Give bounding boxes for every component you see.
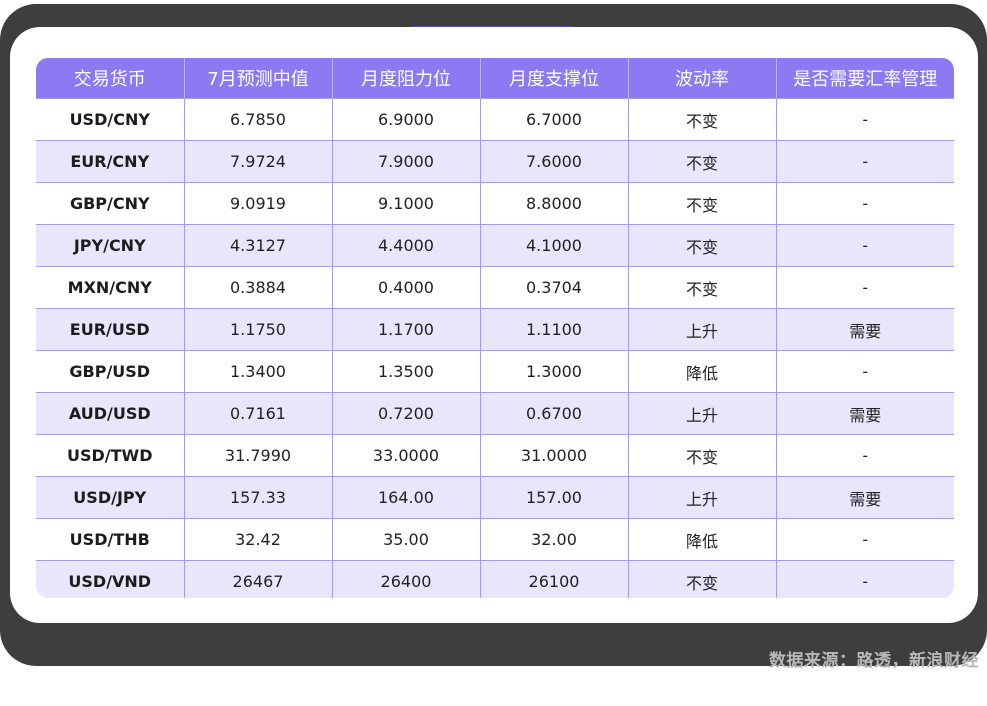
table-row: GBP/CNY 9.0919 9.1000 8.8000 不变 - xyxy=(36,182,954,225)
table-row: MXN/CNY 0.3884 0.4000 0.3704 不变 - xyxy=(36,266,954,309)
forecast-cell: 32.42 xyxy=(184,518,333,561)
volatility-cell: 降低 xyxy=(628,350,777,393)
resistance-cell: 26400 xyxy=(332,560,481,598)
forecast-table: 交易货币 7月预测中值 月度阻力位 月度支撑位 波动率 是否需要汇率管理 USD/CNY 6… xyxy=(36,58,954,598)
volatility-cell: 不变 xyxy=(628,182,777,225)
forecast-cell: 157.33 xyxy=(184,476,333,519)
table-row: USD/CNY 6.7850 6.9000 6.7000 不变 - xyxy=(36,98,954,141)
resistance-cell: 0.7200 xyxy=(332,392,481,435)
fx-management-cell: 需要 xyxy=(776,308,954,351)
table-row: EUR/USD 1.1750 1.1700 1.1100 上升 需要 xyxy=(36,308,954,351)
table-row: AUD/USD 0.7161 0.7200 0.6700 上升 需要 xyxy=(36,392,954,435)
fx-management-cell: - xyxy=(776,224,954,267)
forecast-cell: 9.0919 xyxy=(184,182,333,225)
fx-management-cell: - xyxy=(776,434,954,477)
table-card: 交易货币 7月预测中值 月度阻力位 月度支撑位 波动率 是否需要汇率管理 USD/CNY 6… xyxy=(10,27,978,623)
fx-management-cell: - xyxy=(776,98,954,141)
support-cell: 6.7000 xyxy=(480,98,629,141)
support-cell: 4.1000 xyxy=(480,224,629,267)
resistance-cell: 35.00 xyxy=(332,518,481,561)
volatility-cell: 降低 xyxy=(628,518,777,561)
volatility-cell: 不变 xyxy=(628,98,777,141)
fx-management-cell: - xyxy=(776,140,954,183)
table-row: USD/TWD 31.7990 33.0000 31.0000 不变 - xyxy=(36,434,954,477)
table-header: 交易货币 7月预测中值 月度阻力位 月度支撑位 波动率 是否需要汇率管理 xyxy=(36,58,954,99)
fx-management-cell: 需要 xyxy=(776,476,954,519)
currency-pair-cell: USD/THB xyxy=(36,518,185,561)
table-row: USD/VND 26467 26400 26100 不变 - xyxy=(36,560,954,598)
header-currency: 交易货币 xyxy=(36,58,185,99)
forecast-cell: 6.7850 xyxy=(184,98,333,141)
fx-management-cell: - xyxy=(776,518,954,561)
fx-management-cell: - xyxy=(776,182,954,225)
resistance-cell: 33.0000 xyxy=(332,434,481,477)
fx-management-cell: 需要 xyxy=(776,392,954,435)
forecast-cell: 4.3127 xyxy=(184,224,333,267)
forecast-cell: 1.1750 xyxy=(184,308,333,351)
currency-pair-cell: USD/JPY xyxy=(36,476,185,519)
volatility-cell: 上升 xyxy=(628,476,777,519)
currency-pair-cell: GBP/CNY xyxy=(36,182,185,225)
currency-pair-cell: EUR/USD xyxy=(36,308,185,351)
forecast-table-container: 交易货币 7月预测中值 月度阻力位 月度支撑位 波动率 是否需要汇率管理 USD/CNY 6… xyxy=(36,58,954,598)
resistance-cell: 1.1700 xyxy=(332,308,481,351)
support-cell: 31.0000 xyxy=(480,434,629,477)
currency-pair-cell: USD/CNY xyxy=(36,98,185,141)
resistance-cell: 4.4000 xyxy=(332,224,481,267)
source-note: 数据来源：路透，新浪财经 xyxy=(769,651,979,671)
volatility-cell: 不变 xyxy=(628,224,777,267)
support-cell: 32.00 xyxy=(480,518,629,561)
currency-pair-cell: USD/TWD xyxy=(36,434,185,477)
support-cell: 0.6700 xyxy=(480,392,629,435)
volatility-cell: 不变 xyxy=(628,140,777,183)
resistance-cell: 1.3500 xyxy=(332,350,481,393)
fx-management-cell: - xyxy=(776,350,954,393)
table-body: USD/CNY 6.7850 6.9000 6.7000 不变 - EUR/CNY 7.972… xyxy=(36,98,954,598)
header-support: 月度支撑位 xyxy=(480,58,629,99)
resistance-cell: 7.9000 xyxy=(332,140,481,183)
currency-pair-cell: AUD/USD xyxy=(36,392,185,435)
header-fx-management: 是否需要汇率管理 xyxy=(776,58,954,99)
currency-pair-cell: EUR/CNY xyxy=(36,140,185,183)
forecast-cell: 7.9724 xyxy=(184,140,333,183)
support-cell: 1.1100 xyxy=(480,308,629,351)
table-row: USD/THB 32.42 35.00 32.00 降低 - xyxy=(36,518,954,561)
resistance-cell: 164.00 xyxy=(332,476,481,519)
support-cell: 8.8000 xyxy=(480,182,629,225)
header-row: 交易货币 7月预测中值 月度阻力位 月度支撑位 波动率 是否需要汇率管理 xyxy=(36,58,954,99)
table-row: JPY/CNY 4.3127 4.4000 4.1000 不变 - xyxy=(36,224,954,267)
support-cell: 26100 xyxy=(480,560,629,598)
support-cell: 0.3704 xyxy=(480,266,629,309)
volatility-cell: 上升 xyxy=(628,392,777,435)
forecast-cell: 0.3884 xyxy=(184,266,333,309)
volatility-cell: 不变 xyxy=(628,266,777,309)
currency-pair-cell: USD/VND xyxy=(36,560,185,598)
fx-management-cell: - xyxy=(776,560,954,598)
fx-management-cell: - xyxy=(776,266,954,309)
support-cell: 157.00 xyxy=(480,476,629,519)
volatility-cell: 不变 xyxy=(628,434,777,477)
currency-pair-cell: GBP/USD xyxy=(36,350,185,393)
header-july-forecast: 7月预测中值 xyxy=(184,58,333,99)
resistance-cell: 0.4000 xyxy=(332,266,481,309)
volatility-cell: 上升 xyxy=(628,308,777,351)
forecast-cell: 1.3400 xyxy=(184,350,333,393)
resistance-cell: 9.1000 xyxy=(332,182,481,225)
forecast-cell: 0.7161 xyxy=(184,392,333,435)
table-row: GBP/USD 1.3400 1.3500 1.3000 降低 - xyxy=(36,350,954,393)
volatility-cell: 不变 xyxy=(628,560,777,598)
table-row: EUR/CNY 7.9724 7.9000 7.6000 不变 - xyxy=(36,140,954,183)
table-row: USD/JPY 157.33 164.00 157.00 上升 需要 xyxy=(36,476,954,519)
header-volatility: 波动率 xyxy=(628,58,777,99)
support-cell: 1.3000 xyxy=(480,350,629,393)
resistance-cell: 6.9000 xyxy=(332,98,481,141)
forecast-cell: 31.7990 xyxy=(184,434,333,477)
header-resistance: 月度阻力位 xyxy=(332,58,481,99)
currency-pair-cell: JPY/CNY xyxy=(36,224,185,267)
forecast-cell: 26467 xyxy=(184,560,333,598)
support-cell: 7.6000 xyxy=(480,140,629,183)
currency-pair-cell: MXN/CNY xyxy=(36,266,185,309)
